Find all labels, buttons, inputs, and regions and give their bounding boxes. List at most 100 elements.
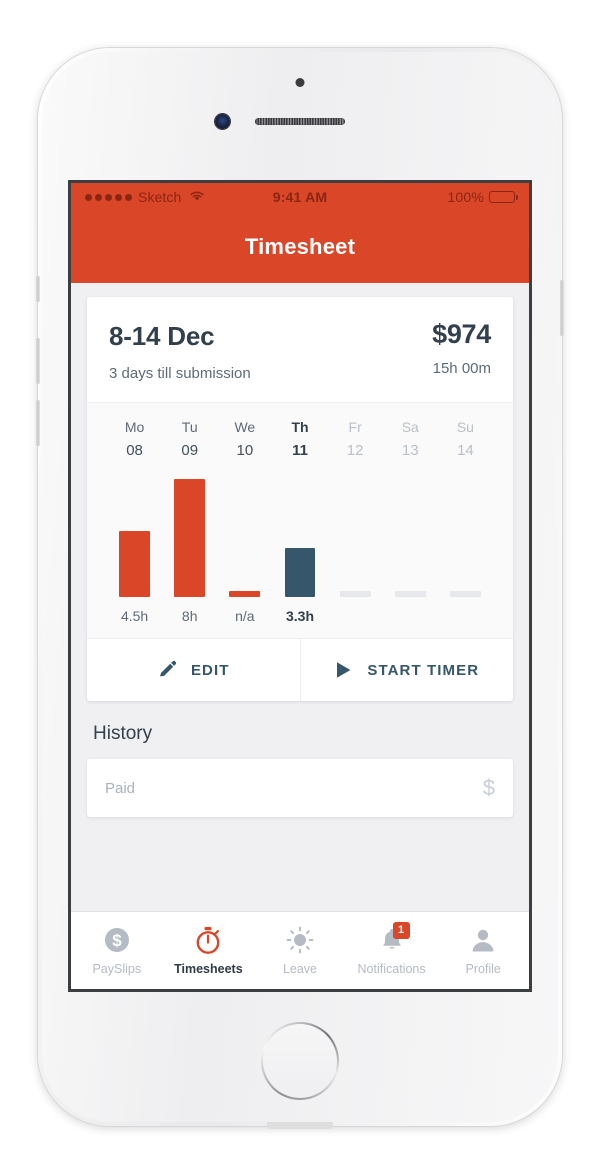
bar-column-th[interactable] (272, 477, 327, 597)
day-column-tu[interactable]: Tu 09 (162, 419, 217, 459)
bar-column-mo[interactable] (107, 477, 162, 597)
timesheet-card: 8-14 Dec 3 days till submission $974 15h… (87, 297, 513, 701)
earpiece-speaker-icon (255, 118, 345, 125)
main-scroll-area[interactable]: 8-14 Dec 3 days till submission $974 15h… (71, 283, 529, 989)
history-section: History Paid $ (71, 717, 529, 817)
bar (339, 591, 371, 597)
svg-text:$: $ (112, 931, 122, 950)
day-column-sa[interactable]: Sa 13 (383, 419, 438, 459)
day-name: Fr (348, 419, 362, 435)
bell-icon: 1 (378, 922, 410, 955)
tab-bar: $ PaySlips Timesheets Leave 1 Notifications Pr… (71, 911, 529, 989)
tab-label: Timesheets (174, 962, 243, 976)
hour-label: n/a (235, 608, 255, 624)
day-name: Tu (181, 419, 198, 435)
tab-item-payslips[interactable]: $ PaySlips (71, 912, 163, 989)
dollar-sign-icon: $ (482, 775, 495, 800)
frame-bottom-notch (267, 1122, 333, 1129)
day-number: 09 (181, 442, 199, 459)
tab-item-timesheets[interactable]: Timesheets (163, 912, 255, 989)
pencil-icon (157, 660, 177, 680)
bar-column-fr[interactable] (328, 477, 383, 597)
day-name: Su (456, 419, 474, 435)
day-name: We (234, 419, 256, 435)
tab-item-leave[interactable]: Leave (254, 912, 346, 989)
nav-bar: Timesheet (71, 211, 529, 283)
phone-screen: Sketch 9:41 AM 100% Timesheet 8-14 Dec 3… (68, 180, 532, 992)
power-button[interactable] (560, 280, 564, 336)
day-number: 12 (346, 442, 364, 459)
day-column-mo[interactable]: Mo 08 (107, 419, 162, 459)
bar (284, 548, 316, 597)
day-name: Sa (401, 419, 419, 435)
battery-icon (489, 191, 519, 203)
volume-down-button[interactable] (36, 400, 40, 446)
bar-column-we[interactable] (217, 477, 272, 597)
card-actions: EDIT START TIMER (87, 639, 513, 701)
volume-up-button[interactable] (36, 338, 40, 384)
submission-note: 3 days till submission (109, 365, 251, 382)
total-amount: $974 (432, 319, 491, 349)
timesheet-card-header: 8-14 Dec 3 days till submission $974 15h… (87, 297, 513, 402)
day-name: Mo (124, 419, 145, 435)
bar (394, 591, 426, 597)
hour-label: 8h (181, 608, 198, 624)
hour-label: 4.5h (120, 608, 149, 624)
history-title: History (93, 723, 153, 744)
notification-badge: 1 (392, 922, 410, 939)
day-number: 08 (126, 442, 143, 459)
day-column-su[interactable]: Su 14 (438, 419, 493, 459)
day-column-th[interactable]: Th 11 (272, 419, 327, 459)
page-title: Timesheet (244, 234, 356, 259)
period-block: 8-14 Dec 3 days till submission (109, 319, 251, 382)
history-status-label: Paid (105, 779, 136, 797)
day-name: Th (291, 419, 309, 435)
play-icon (334, 660, 353, 680)
bar (174, 479, 206, 597)
sun-icon (286, 925, 314, 955)
history-row[interactable]: Paid $ (87, 759, 513, 817)
front-camera-icon (215, 114, 230, 129)
day-header-row: Mo 08 Tu 09 We 10 Th 11 Fr 12 Sa 13 Su 14 (107, 419, 493, 459)
silent-switch[interactable] (36, 276, 40, 302)
bar (449, 591, 481, 597)
stopwatch-icon (194, 925, 222, 955)
bar (119, 530, 150, 597)
hour-label (438, 608, 493, 624)
tab-item-notifications[interactable]: 1 Notifications (346, 912, 438, 989)
home-button[interactable] (261, 1022, 339, 1100)
status-bar: Sketch 9:41 AM 100% (71, 183, 529, 211)
tab-label: Leave (282, 962, 318, 976)
amount-block: $974 15h 00m (432, 319, 491, 377)
edit-button-label: EDIT (190, 661, 230, 679)
start-timer-button[interactable]: START TIMER (299, 639, 514, 701)
edit-button[interactable]: EDIT (87, 639, 300, 701)
start-timer-button-label: START TIMER (367, 661, 480, 679)
tab-label: Notifications (357, 962, 426, 976)
day-column-fr[interactable]: Fr 12 (328, 419, 383, 459)
period-range: 8-14 Dec (109, 321, 215, 351)
day-number: 11 (292, 442, 308, 459)
day-number: 13 (401, 442, 419, 459)
person-icon (469, 925, 497, 955)
bar-column-su[interactable] (438, 477, 493, 597)
total-hours: 15h 00m (432, 360, 491, 377)
hour-label: 3.3h (285, 608, 314, 624)
week-bar-chart: Mo 08 Tu 09 We 10 Th 11 Fr 12 Sa 13 Su 14 4.5h 8h n/a 3.… (87, 402, 513, 639)
proximity-sensor-icon (295, 78, 305, 87)
bar-column-tu[interactable] (162, 477, 217, 597)
hour-label (383, 608, 438, 624)
app-screen: Sketch 9:41 AM 100% Timesheet 8-14 Dec 3… (71, 183, 529, 989)
day-number: 14 (457, 442, 474, 459)
tab-label: PaySlips (92, 962, 142, 976)
day-number: 10 (236, 442, 254, 459)
day-column-we[interactable]: We 10 (217, 419, 272, 459)
hour-label-row: 4.5h 8h n/a 3.3h (107, 608, 493, 624)
dollar-circle-icon: $ (103, 925, 131, 955)
bar-column-sa[interactable] (383, 477, 438, 597)
bar-chart-plot (107, 477, 493, 597)
hour-label (328, 608, 383, 624)
tab-item-profile[interactable]: Profile (437, 912, 529, 989)
tab-label: Profile (465, 962, 501, 976)
status-bar-time: 9:41 AM (272, 189, 328, 205)
